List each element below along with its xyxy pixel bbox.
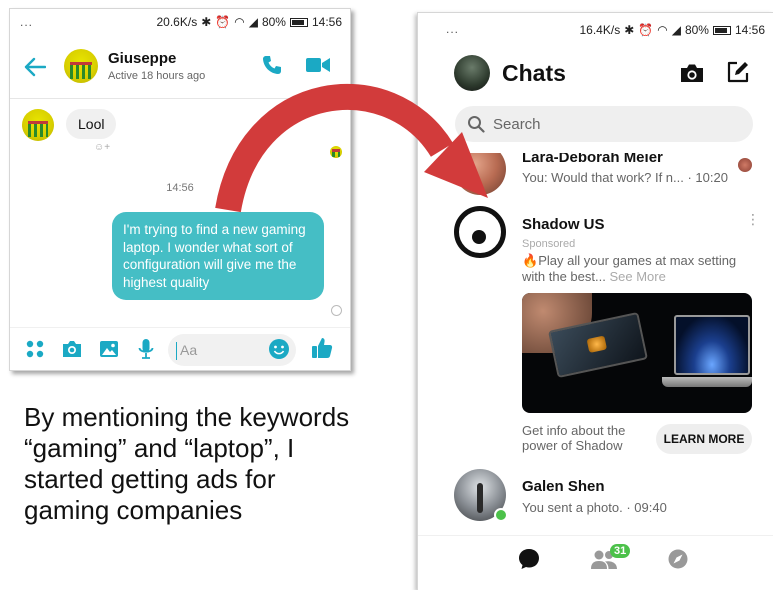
microphone-icon[interactable] [135,338,157,360]
contact-name[interactable]: Giuseppe [108,50,176,67]
bottom-tab-bar: 31 [418,535,773,585]
contact-avatar [454,153,506,195]
learn-more-button[interactable]: LEARN MORE [656,424,752,454]
gallery-icon[interactable] [98,338,120,360]
text-cursor [176,342,177,360]
camera-icon[interactable] [61,338,83,360]
status-dots: ... [446,22,460,36]
caption-text: By mentioning the keywords “gaming” and … [24,402,350,525]
alarm-icon: ⏰ [215,15,231,29]
advertiser-logo[interactable] [454,206,506,258]
ad-cta-text: Get info about the power of Shadow [522,423,626,453]
ad-image[interactable] [522,293,752,413]
contact-name: Lara-Deborah Meier [522,153,663,166]
incoming-message[interactable]: Lool [66,109,117,139]
outgoing-message[interactable]: I'm trying to find a new gaming laptop. … [112,212,324,300]
camera-icon[interactable] [680,62,704,84]
chats-tab-icon[interactable] [518,548,540,570]
thumbs-up-icon[interactable] [310,336,334,360]
network-speed: 20.6K/s [156,15,198,29]
search-input[interactable] [493,106,733,142]
profile-avatar[interactable] [454,55,490,91]
advertiser-name[interactable]: Shadow US [522,216,605,233]
chats-screenshot: ... 16.4K/s ✱ ⏰ ◠ ◢ 80% 14:56 Chats Lara… [417,12,773,590]
ad-text: 🔥Play all your games at max setting with… [522,253,752,285]
contact-active-status: Active 18 hours ago [108,70,206,82]
status-bar: ... 16.4K/s ✱ ⏰ ◠ ◢ 80% 14:56 [418,13,773,39]
status-time: 14:56 [311,15,342,29]
compose-icon[interactable] [726,60,750,84]
battery-percent: 80% [684,23,709,37]
seen-indicator-avatar [330,146,342,158]
battery-icon [712,25,731,35]
battery-percent: 80% [261,15,286,29]
status-dots: ... [20,15,34,29]
alarm-icon: ⏰ [638,23,654,37]
video-call-icon[interactable] [306,57,330,73]
search-bar[interactable] [455,106,753,142]
ad-image-laptop [674,315,750,375]
wifi-icon: ◠ [657,23,668,37]
chat-header: Giuseppe Active 18 hours ago [10,39,350,99]
discover-compass-icon[interactable] [668,549,688,569]
message-preview: You: Would that work? If n... · 10:20 [522,170,728,185]
fire-icon: 🔥 [522,253,539,268]
seen-indicator-avatar [738,158,752,172]
people-count-badge: 31 [610,544,631,558]
conversation-screenshot: ... 20.6K/s ✱ ⏰ ◠ ◢ 80% 14:56 Giuseppe A… [9,8,351,371]
emoji-icon[interactable] [268,338,290,360]
phone-call-icon[interactable] [262,55,282,75]
status-bar: ... 20.6K/s ✱ ⏰ ◠ ◢ 80% 14:56 [10,9,350,35]
message-composer [10,327,350,370]
bluetooth-icon: ✱ [201,15,212,29]
conversation-row[interactable]: Lara-Deborah Meier You: Would that work?… [418,153,773,201]
network-speed: 16.4K/s [579,23,621,37]
menu-grid-icon[interactable] [24,338,46,360]
back-arrow-icon[interactable] [24,57,46,77]
search-icon [468,116,485,133]
status-time: 14:56 [734,23,765,37]
wifi-icon: ◠ [234,15,245,29]
battery-icon [289,17,308,27]
online-status-indicator [494,508,508,522]
contact-name: Galen Shen [522,478,605,495]
message-timestamp: 14:56 [166,182,194,194]
contact-avatar[interactable] [64,49,98,83]
message-preview: You sent a photo. · 09:40 [522,500,667,515]
sent-status-icon [331,305,342,316]
see-more-link[interactable]: See More [609,269,665,284]
sponsored-label: Sponsored [522,238,576,250]
more-options-icon[interactable]: ⋮ [746,212,760,236]
ad-image-laptop-base [662,377,752,387]
sender-avatar [22,109,54,141]
bluetooth-icon: ✱ [624,23,635,37]
add-reaction-icon[interactable]: ☺+ [94,142,116,156]
signal-icon: ◢ [248,15,258,29]
page-title: Chats [502,60,566,86]
signal-icon: ◢ [671,23,681,37]
